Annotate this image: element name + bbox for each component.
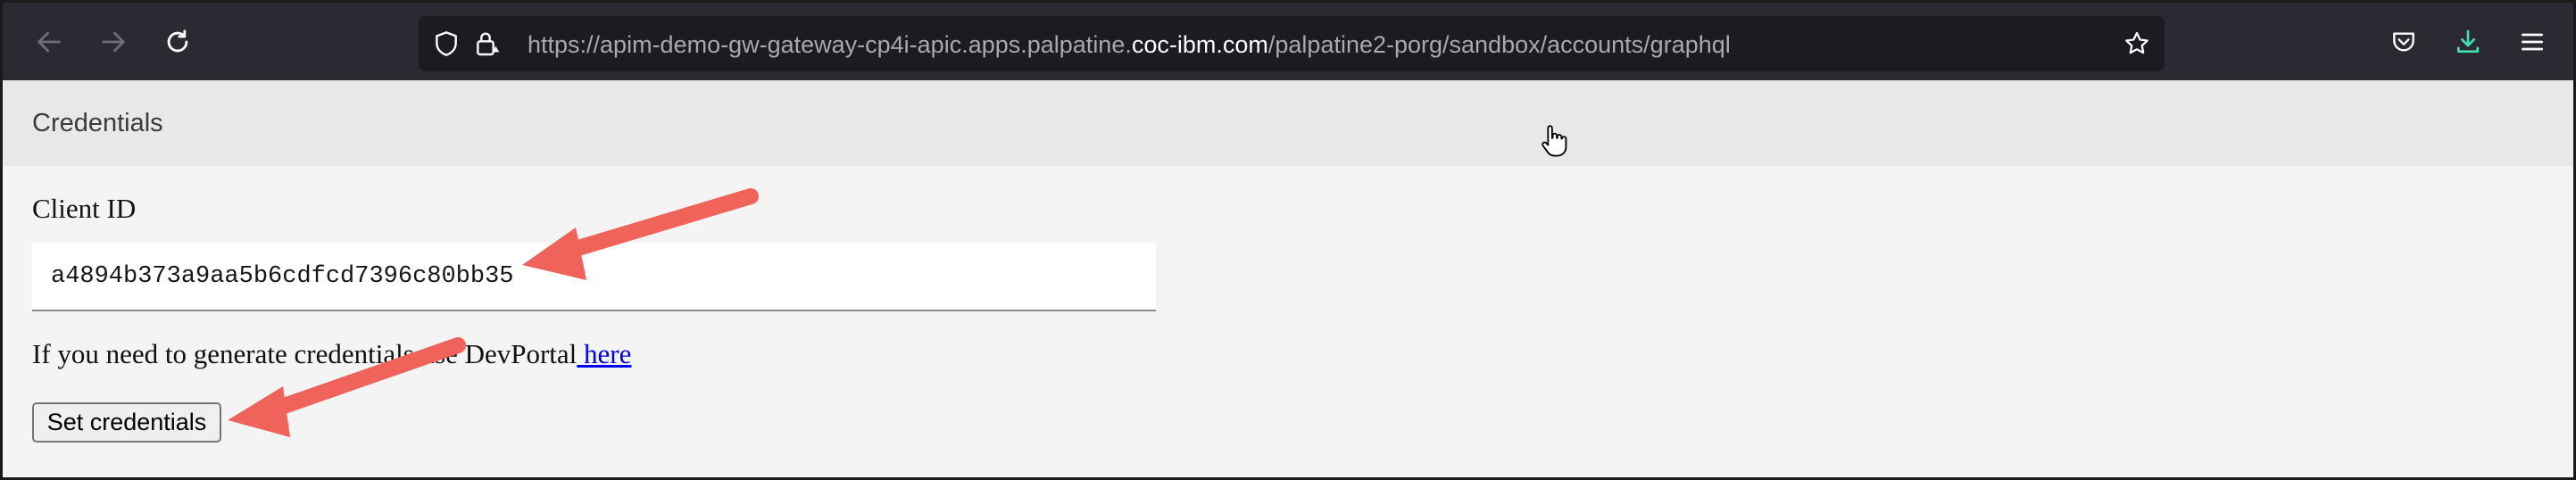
help-text: If you need to generate credentials use … [32,338,631,370]
url-text[interactable]: https://apim-demo-gw-gateway-cp4i-apic.a… [528,29,1731,61]
reload-button[interactable] [154,19,201,65]
address-bar[interactable]: https://apim-demo-gw-gateway-cp4i-apic.a… [419,16,2165,71]
back-button[interactable] [26,19,72,65]
credentials-title: Credentials [32,109,163,137]
credentials-form: Client ID a4894b373a9aa5b6cdfcd7396c80bb… [3,166,2573,477]
forward-button[interactable] [90,19,137,65]
url-prefix: https://apim-demo-gw-gateway-cp4i-apic.a… [528,31,1132,58]
lock-icon[interactable] [470,27,504,61]
shield-icon[interactable] [429,27,463,61]
reload-icon [167,29,188,53]
help-message: If you need to generate credentials use … [32,338,578,369]
pocket-button[interactable] [2384,22,2423,62]
url-host: coc-ibm.com [1131,31,1268,58]
client-id-label: Client ID [32,193,137,224]
set-credentials-button[interactable]: Set credentials [32,402,221,443]
downloads-button[interactable] [2448,22,2488,62]
hand-cursor-icon [1541,125,1567,157]
app-menu-button[interactable] [2513,22,2552,62]
url-suffix: /palpatine2-porg/sandbox/accounts/graphq… [1267,31,1731,58]
devportal-link[interactable]: here [577,338,631,369]
menu-icon [2522,33,2543,51]
credentials-header: Credentials [3,80,2573,166]
back-arrow-icon [37,31,61,53]
download-icon [2457,29,2479,53]
browser-window: https://apim-demo-gw-gateway-cp4i-apic.a… [0,0,2576,480]
pocket-icon [2393,32,2414,52]
browser-toolbar: https://apim-demo-gw-gateway-cp4i-apic.a… [3,3,2573,80]
forward-arrow-icon [102,31,125,53]
star-icon[interactable] [2120,27,2154,61]
client-id-input[interactable]: a4894b373a9aa5b6cdfcd7396c80bb35 [32,243,1156,311]
